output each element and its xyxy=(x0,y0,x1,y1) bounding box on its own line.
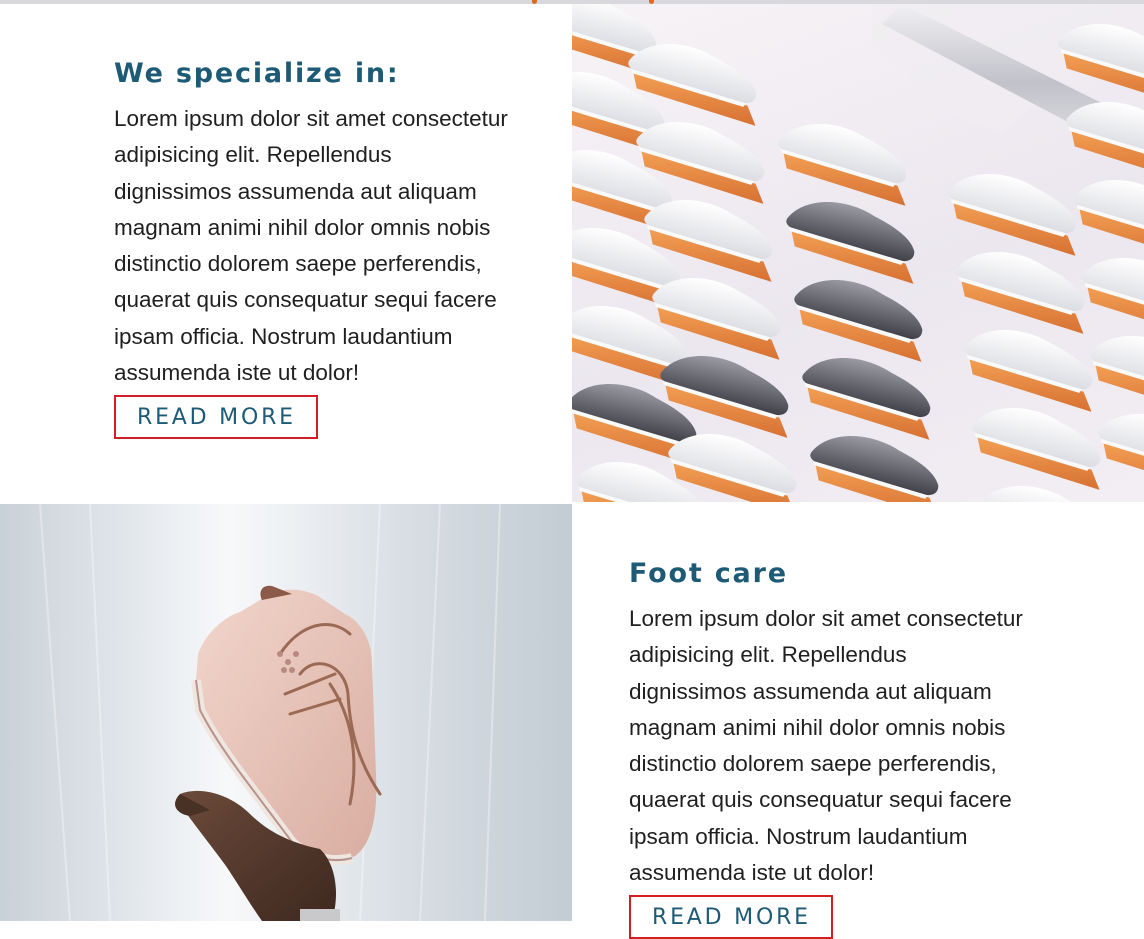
foot-care-section: Foot care Lorem ipsum dolor sit amet con… xyxy=(629,558,1029,939)
section-body: Lorem ipsum dolor sit amet consectetur a… xyxy=(629,606,1023,886)
specialize-section: We specialize in: Lorem ipsum dolor sit … xyxy=(114,58,514,440)
sneaker-hand-photo xyxy=(0,504,572,921)
section-heading: Foot care xyxy=(629,558,788,589)
section-body: Lorem ipsum dolor sit amet consectetur a… xyxy=(114,106,508,386)
section-heading: We specialize in: xyxy=(114,58,400,89)
sneaker-wall-photo xyxy=(572,4,1144,502)
read-more-button[interactable]: READ MORE xyxy=(114,395,318,440)
read-more-button[interactable]: READ MORE xyxy=(629,895,833,939)
